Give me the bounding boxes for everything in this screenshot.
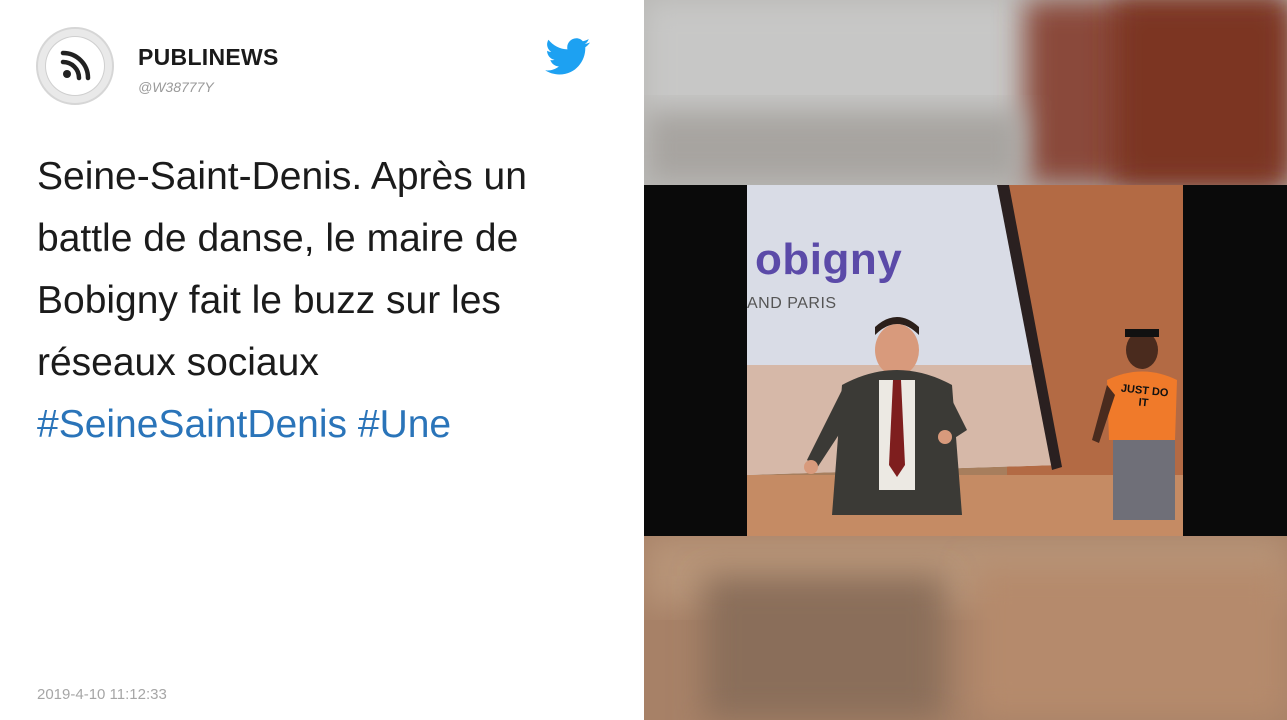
- video-panel[interactable]: obigny AND PARIS JUST DO IT: [644, 0, 1287, 720]
- blurred-background-top: [644, 0, 1287, 185]
- tweet-card: PUBLINEWS @W38777Y Seine-Saint-Denis. Ap…: [0, 0, 644, 720]
- blurred-background-bottom: [644, 536, 1287, 720]
- shirt-text: JUST DO IT: [1120, 382, 1169, 410]
- slide-title: obigny: [755, 235, 903, 284]
- slide-subtitle: AND PARIS: [747, 295, 837, 312]
- video-still: obigny AND PARIS JUST DO IT: [747, 185, 1183, 536]
- twitter-bird-icon[interactable]: [545, 38, 591, 76]
- hashtag-seinesaintdenis[interactable]: #SeineSaintDenis: [37, 403, 347, 446]
- video-frame[interactable]: obigny AND PARIS JUST DO IT: [644, 185, 1287, 536]
- hashtag-une[interactable]: #Une: [358, 403, 451, 446]
- rss-feed-icon: [46, 37, 104, 95]
- tweet-timestamp: 2019-4-10 11:12:33: [37, 686, 167, 703]
- account-name[interactable]: PUBLINEWS: [138, 44, 279, 71]
- avatar[interactable]: [36, 27, 114, 105]
- account-handle[interactable]: @W38777Y: [138, 79, 214, 95]
- tweet-body: Seine-Saint-Denis. Après un battle de da…: [37, 155, 527, 384]
- tweet-text: Seine-Saint-Denis. Après un battle de da…: [37, 146, 627, 456]
